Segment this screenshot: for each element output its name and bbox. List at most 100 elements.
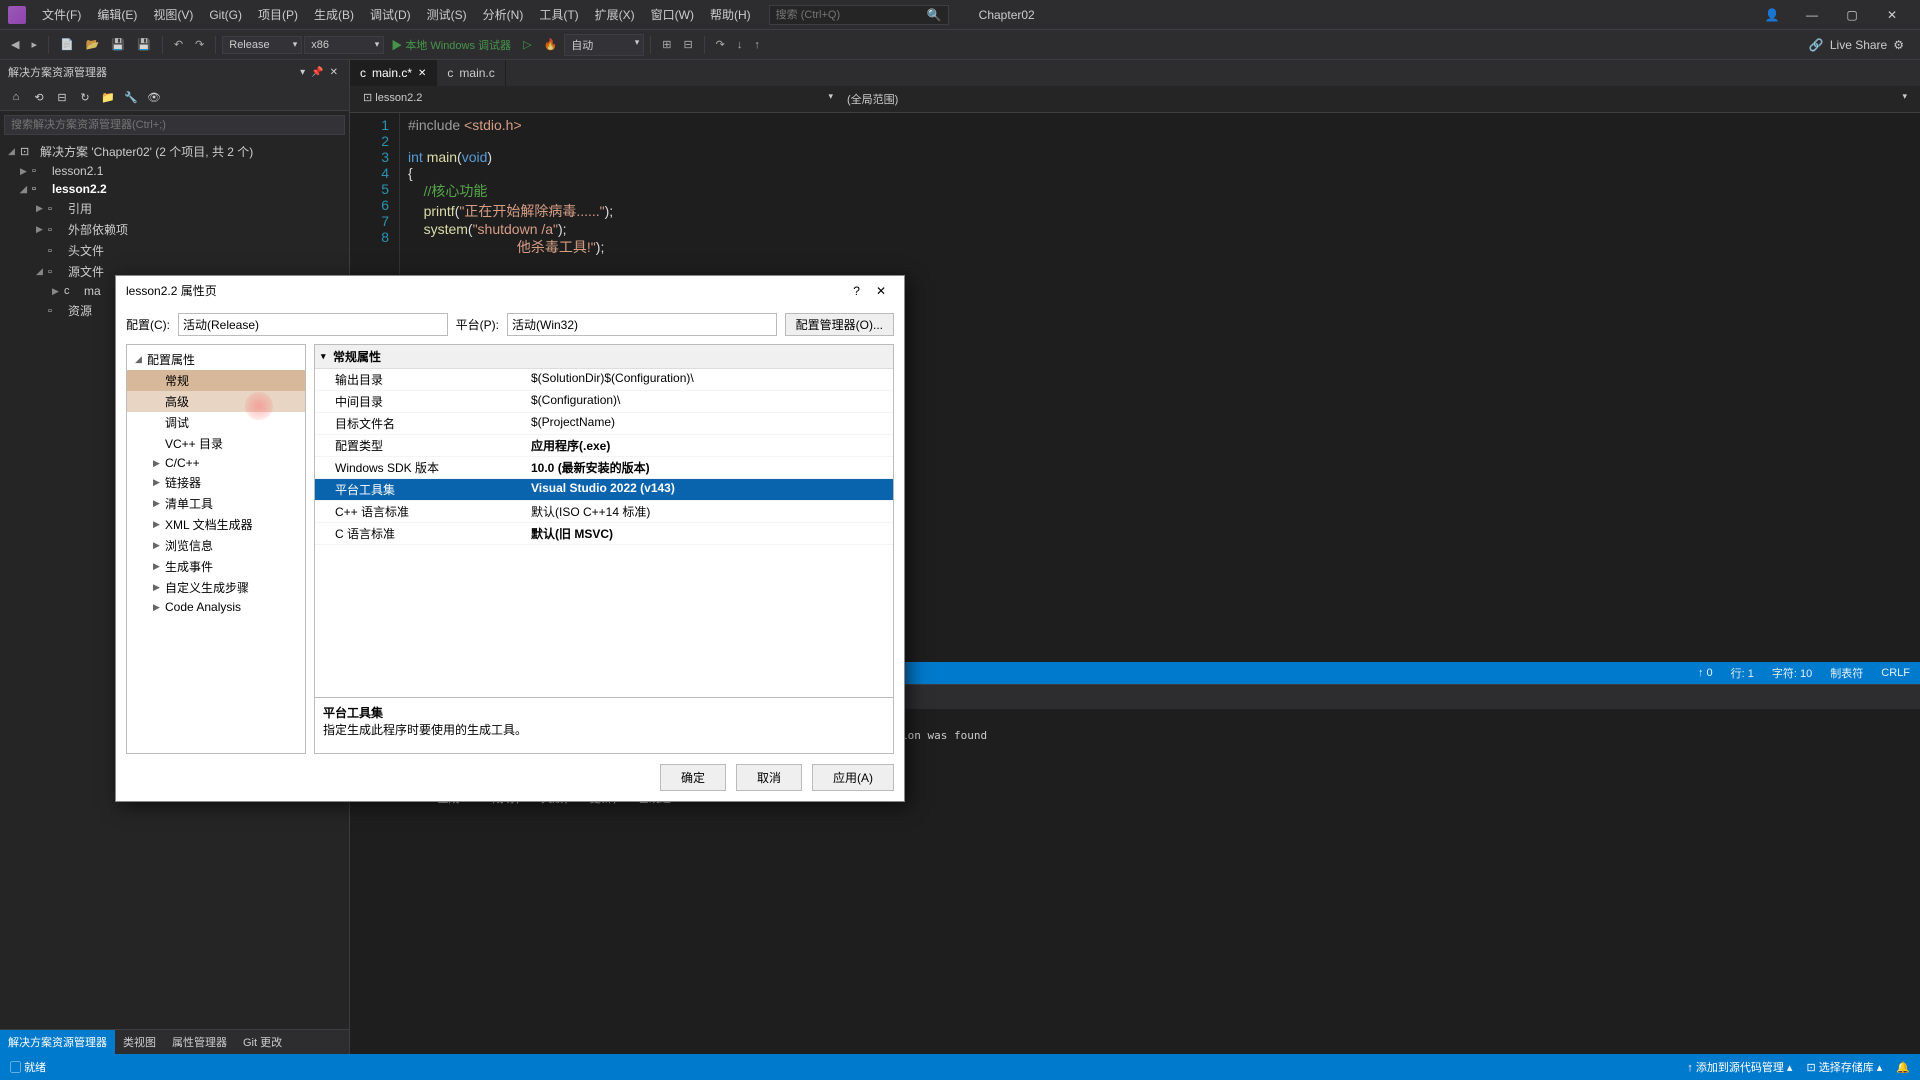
config-combo[interactable]: 活动(Release) [178, 313, 448, 336]
step-over-icon[interactable]: ↷ [711, 35, 730, 54]
dialog-tree-item[interactable]: ▶链接器 [127, 472, 305, 493]
platform-select[interactable]: x86 [304, 36, 384, 54]
dialog-tree-item[interactable]: ▶自定义生成步骤 [127, 577, 305, 598]
breadcrumb-project[interactable]: ⊡ lesson2.2 [358, 88, 838, 110]
apply-button[interactable]: 应用(A) [812, 764, 894, 791]
hot-reload-icon[interactable]: 🔥 [539, 35, 563, 54]
dialog-tree-item[interactable]: VC++ 目录 [127, 433, 305, 454]
menu-x[interactable]: 扩展(X) [587, 8, 643, 22]
save-icon[interactable]: 💾 [106, 35, 130, 54]
close-button[interactable]: ✕ [868, 284, 894, 298]
close-tab-icon[interactable]: ✕ [418, 68, 426, 79]
editor-tab[interactable]: cmain.c [437, 60, 505, 86]
step-out-icon[interactable]: ↑ [749, 36, 765, 54]
nav-fwd-icon[interactable]: ▸ [26, 35, 42, 54]
config-select[interactable]: Release [222, 36, 302, 54]
editor-tab[interactable]: cmain.c*✕ [350, 60, 437, 86]
collapse-icon[interactable]: ⊟ [52, 87, 72, 107]
menu-gitg[interactable]: Git(G) [201, 8, 250, 22]
ok-button[interactable]: 确定 [660, 764, 726, 791]
solution-search-input[interactable] [4, 115, 345, 135]
tool-icon[interactable]: ⊞ [657, 35, 676, 54]
panel-tab[interactable]: 解决方案资源管理器 [0, 1030, 115, 1054]
menu-d[interactable]: 调试(D) [362, 8, 419, 22]
grid-row[interactable]: 目标文件名$(ProjectName) [315, 413, 893, 435]
start-debug-button[interactable]: ▶ 本地 Windows 调试器 [386, 34, 516, 56]
tree-item[interactable]: ▶▫引用 [0, 198, 349, 219]
dialog-tree-item[interactable]: ▶C/C++ [127, 454, 305, 472]
dialog-tree-item[interactable]: 高级 [127, 391, 305, 412]
new-file-icon[interactable]: 📄 [55, 35, 79, 54]
config-manager-button[interactable]: 配置管理器(O)... [785, 313, 894, 336]
close-icon[interactable]: ✕ [327, 67, 341, 78]
redo-icon[interactable]: ↷ [190, 35, 209, 54]
tree-item[interactable]: ◢▫lesson2.2 [0, 180, 349, 198]
menu-n[interactable]: 分析(N) [475, 8, 532, 22]
search-box[interactable]: 🔍 [769, 5, 949, 25]
notification-icon[interactable]: 🔔 [1896, 1061, 1910, 1074]
liveshare-button[interactable]: 🔗 Live Share ⚙ [1809, 38, 1914, 52]
tree-item[interactable]: ▫头文件 [0, 240, 349, 261]
menu-v[interactable]: 视图(V) [145, 8, 201, 22]
maximize-button[interactable]: ▢ [1832, 0, 1872, 30]
menu-t[interactable]: 工具(T) [531, 8, 586, 22]
dialog-tree-item[interactable]: ▶清单工具 [127, 493, 305, 514]
grid-row[interactable]: C 语言标准默认(旧 MSVC) [315, 523, 893, 545]
platform-combo[interactable]: 活动(Win32) [507, 313, 777, 336]
cancel-button[interactable]: 取消 [736, 764, 802, 791]
show-all-icon[interactable]: 📁 [98, 87, 118, 107]
auto-select[interactable]: 自动 [564, 34, 644, 56]
sync-icon[interactable]: ⟲ [29, 87, 49, 107]
refresh-icon[interactable]: ↻ [75, 87, 95, 107]
grid-row[interactable]: 配置类型应用程序(.exe) [315, 435, 893, 457]
menu-h[interactable]: 帮助(H) [702, 8, 759, 22]
menu-p[interactable]: 项目(P) [250, 8, 306, 22]
help-button[interactable]: ? [845, 284, 868, 298]
minimize-button[interactable]: — [1792, 0, 1832, 30]
menu-b[interactable]: 生成(B) [306, 8, 362, 22]
expand-icon: ◢ [36, 266, 48, 277]
save-all-icon[interactable]: 💾 [132, 35, 156, 54]
tree-item[interactable]: ▶▫lesson2.1 [0, 162, 349, 180]
pin-icon[interactable]: 📌 [308, 67, 326, 78]
grid-row[interactable]: Windows SDK 版本10.0 (最新安装的版本) [315, 457, 893, 479]
tool-icon[interactable]: ⊟ [678, 35, 697, 54]
grid-row[interactable]: 输出目录$(SolutionDir)$(Configuration)\ [315, 369, 893, 391]
panel-tab[interactable]: 属性管理器 [164, 1030, 235, 1054]
panel-tab[interactable]: 类视图 [115, 1030, 164, 1054]
grid-row[interactable]: C++ 语言标准默认(ISO C++14 标准) [315, 501, 893, 523]
close-button[interactable]: ✕ [1872, 0, 1912, 30]
tree-item[interactable]: ▶▫外部依赖项 [0, 219, 349, 240]
dialog-tree-item[interactable]: ▶生成事件 [127, 556, 305, 577]
menu-e[interactable]: 编辑(E) [89, 8, 145, 22]
home-icon[interactable]: ⌂ [6, 87, 26, 107]
dialog-tree-item[interactable]: ▶XML 文档生成器 [127, 514, 305, 535]
status-add-src[interactable]: ↑ 添加到源代码管理 ▴ [1687, 1059, 1792, 1075]
panel-tab[interactable]: Git 更改 [235, 1030, 290, 1054]
menu-f[interactable]: 文件(F) [34, 8, 89, 22]
grid-row[interactable]: 平台工具集Visual Studio 2022 (v143) [315, 479, 893, 501]
breadcrumb-scope[interactable]: (全局范围) [842, 88, 1912, 110]
status-select-repo[interactable]: ⊡ 选择存储库 ▴ [1806, 1059, 1882, 1075]
menu-s[interactable]: 测试(S) [419, 8, 475, 22]
dialog-tree-item[interactable]: ▶Code Analysis [127, 598, 305, 616]
grid-header[interactable]: ▾ 常规属性 [315, 345, 893, 369]
liveshare-icon: 🔗 [1809, 38, 1824, 52]
tree-root[interactable]: ◢ ⊡ 解决方案 'Chapter02' (2 个项目, 共 2 个) [0, 141, 349, 162]
undo-icon[interactable]: ↶ [169, 35, 188, 54]
grid-row[interactable]: 中间目录$(Configuration)\ [315, 391, 893, 413]
menu-w[interactable]: 窗口(W) [643, 8, 702, 22]
step-into-icon[interactable]: ↓ [732, 36, 748, 54]
open-icon[interactable]: 📂 [81, 35, 105, 54]
properties-icon[interactable]: 🔧 [121, 87, 141, 107]
preview-icon[interactable]: 👁 [144, 87, 164, 107]
search-input[interactable] [776, 9, 927, 21]
dialog-tree-item[interactable]: ▶浏览信息 [127, 535, 305, 556]
dropdown-icon[interactable]: ▾ [297, 67, 308, 78]
user-icon[interactable]: 👤 [1752, 0, 1792, 30]
dialog-tree-item[interactable]: ◢配置属性 [127, 349, 305, 370]
dialog-tree-item[interactable]: 调试 [127, 412, 305, 433]
nav-back-icon[interactable]: ◀ [6, 35, 24, 54]
dialog-tree-item[interactable]: 常规 [127, 370, 305, 391]
start-nodebug-button[interactable]: ▷ [518, 35, 536, 54]
